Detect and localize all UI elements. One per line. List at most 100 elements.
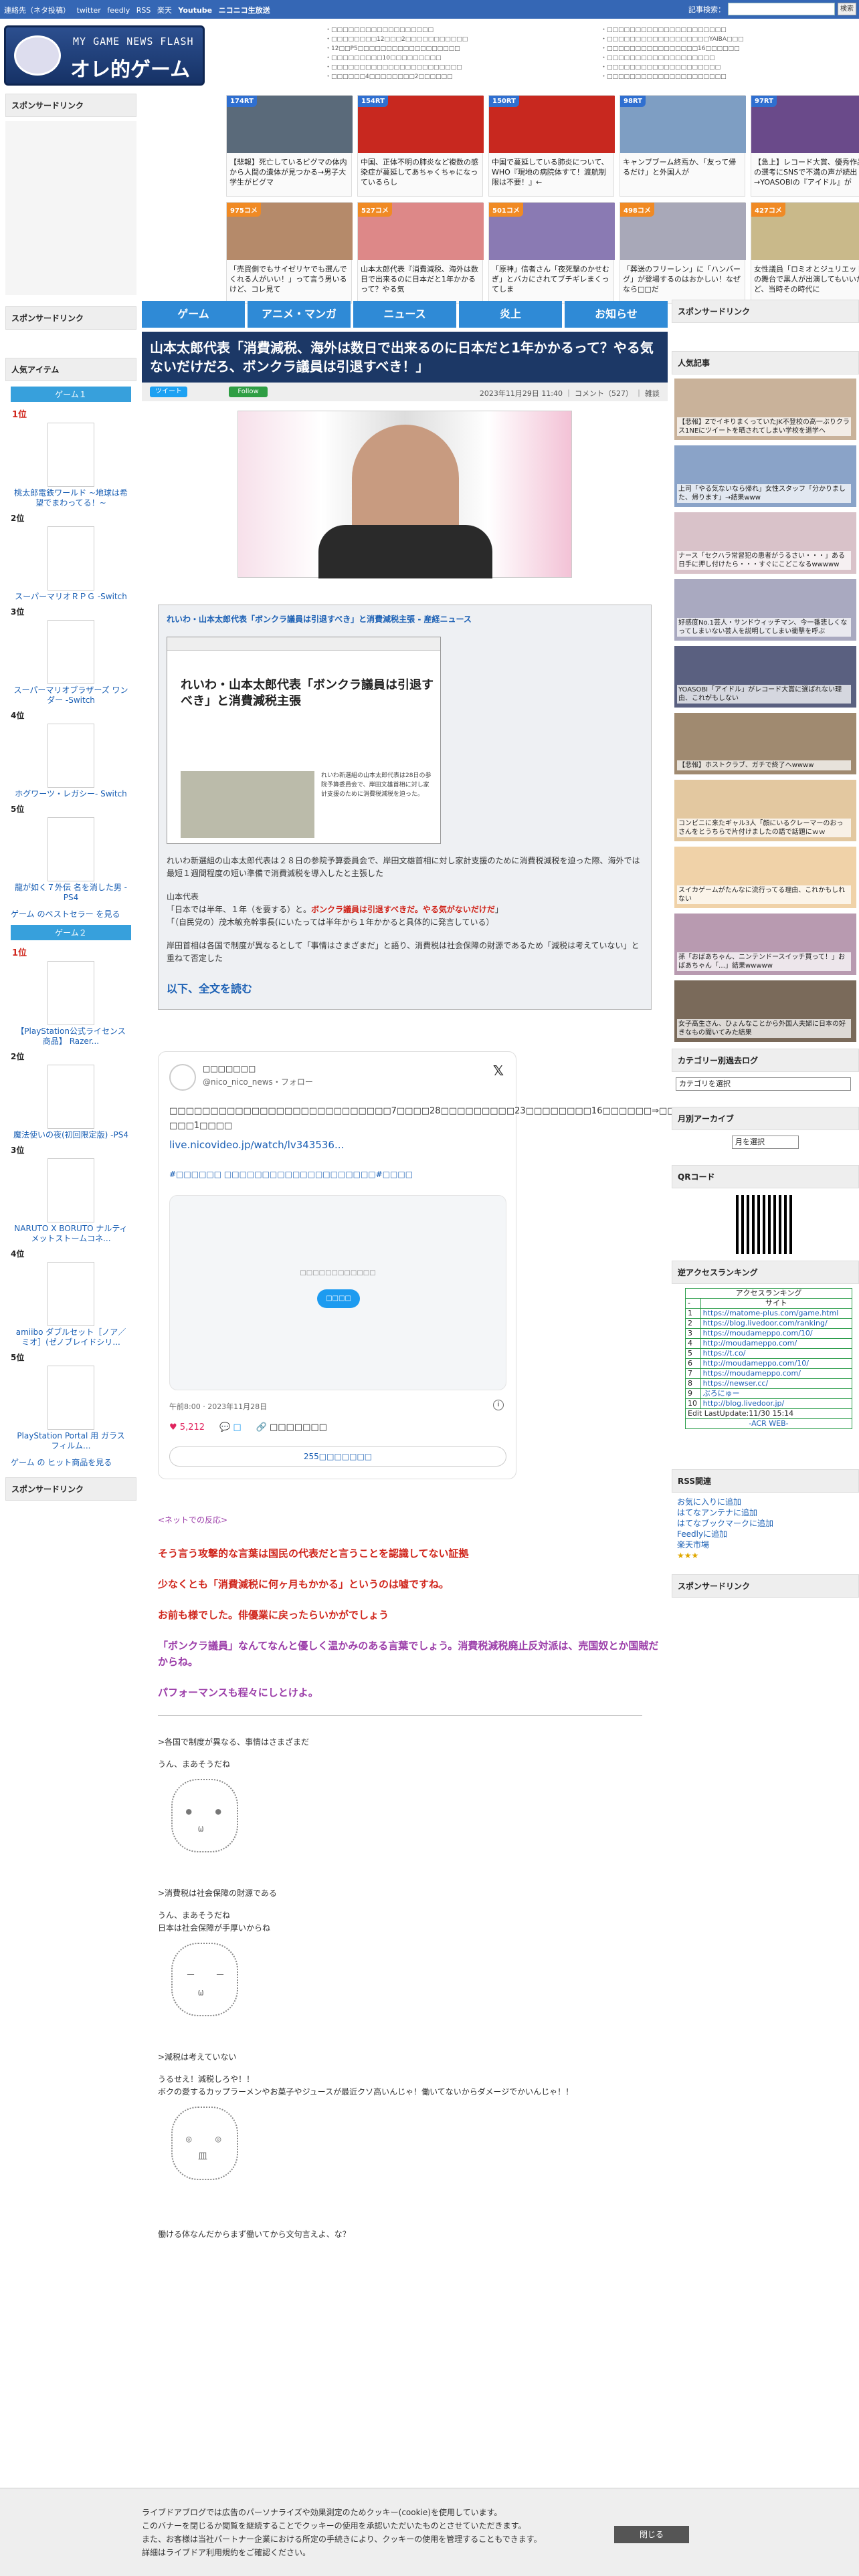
acr-link[interactable]: https://matome-plus.com/game.html: [700, 1308, 853, 1319]
product-name[interactable]: 桃太郎電鉄ワールド ~地球は希望でまわってる！~: [5, 487, 136, 510]
product-name[interactable]: NARUTO X BORUTO ナルティメットストームコネ...: [5, 1222, 136, 1245]
popular-article[interactable]: 好感度No.1芸人・サンドウィッチマン、今一番悲しくなってしまいない芸人を説明し…: [672, 579, 859, 641]
product-name[interactable]: ホグワーツ・レガシー- Switch: [5, 788, 136, 800]
header-link[interactable]: ・□□□□□□□□□□□□□□□□16□□□□□□: [601, 44, 859, 53]
archive-select[interactable]: 月を選択: [732, 1136, 799, 1149]
header-link[interactable]: ・□□□□□□□□□□□□□□□□□□□□□: [601, 72, 859, 82]
popular-article[interactable]: 【悲報】ZでイキりまくっていたJK不登校の高一ぶりクラス1NEにツイートを晒され…: [672, 379, 859, 440]
acr-link[interactable]: http://blog.livedoor.jp/: [700, 1398, 853, 1409]
product-name[interactable]: PlayStation Portal 用 ガラスフィルム...: [5, 1430, 136, 1453]
hit-products-link[interactable]: ゲーム の ヒット商品を見る: [11, 1457, 131, 1468]
popular-article[interactable]: 孫「おばあちゃん、ニンテンドースイッチ買って！」おばあちゃん「…」結果wwwww: [672, 914, 859, 975]
popular-article[interactable]: YOASOBI「アイドル」がレコード大賞に選ばれない理由、これがもしない: [672, 646, 859, 708]
x-logo-icon[interactable]: 𝕏: [493, 1063, 504, 1079]
card-button[interactable]: □□□□: [317, 1289, 360, 1308]
popular-article[interactable]: ナース「セクハラ常習犯の患者がうるさい・・・」ある日手に押し付けたら・・・すぐに…: [672, 512, 859, 574]
tweet-time[interactable]: 午前8:00 · 2023年11月28日: [169, 1401, 267, 1412]
popular-article[interactable]: 上司「やる気ないなら帰れ」女性スタッフ「分かりました、帰ります」→結果www: [672, 445, 859, 507]
tweet-link[interactable]: live.nicovideo.jp/watch/lv343536...: [169, 1139, 344, 1151]
follow-button[interactable]: Follow: [229, 387, 268, 397]
thumb-card[interactable]: 150RT 中国で蔓延している肺炎について、WHO『現地の病院体すて！渡航制限は不…: [488, 95, 615, 197]
bestseller-link[interactable]: ゲーム のベストセラー を見る: [11, 908, 131, 920]
like-button[interactable]: ♥ 5,212: [169, 1422, 205, 1432]
header-link[interactable]: ・□□□□□□□□□□□□□□□□□□: [325, 25, 586, 35]
nav-tab-anime[interactable]: アニメ・マンガ: [248, 301, 351, 328]
header-link[interactable]: ・□□□□□□□□□10□□□□□□□□□: [325, 53, 586, 63]
ranking-item[interactable]: 2位 魔法使いの夜(初回限定版) -PS4: [5, 1051, 136, 1142]
acr-link[interactable]: http://moudameppo.com/: [700, 1338, 853, 1349]
search-input[interactable]: [728, 3, 835, 15]
product-image[interactable]: [47, 423, 94, 487]
top-link[interactable]: RSS: [136, 6, 151, 15]
source-link[interactable]: れいわ・山本太郎代表「ボンクラ議員は引退すべき」と消費減税主張 - 産経ニュース: [167, 613, 643, 625]
ranking-item[interactable]: 5位 龍が如く７外伝 名を消した男 - PS4: [5, 803, 136, 904]
tweet-hashtags[interactable]: #□□□□□□ □□□□□□□□□□□□□□□□□□□□#□□□□: [169, 1170, 413, 1179]
thumb-card[interactable]: 427コメ女性議員「ロミオとジュリエット」の舞台で黒人が出演してもいいだけど、当…: [751, 202, 859, 304]
ranking-item[interactable]: 3位 スーパーマリオブラザーズ ワンダー -Switch: [5, 606, 136, 707]
header-link[interactable]: ・□□□□□□□□12□□□2□□□□□□□□□□□: [325, 35, 586, 44]
rss-link[interactable]: はてなブックマークに追加: [677, 1518, 859, 1529]
header-link[interactable]: ・12□□P5□□□□□□□□□□□□□□□□□□: [325, 44, 586, 53]
thumb-card[interactable]: 501コメ 「原神」信者さん「夜死撃のかせむぎ」とバカにされてブチギレまくってしま: [488, 202, 615, 304]
top-link[interactable]: 連絡先（ネタ投稿）: [4, 6, 70, 15]
info-icon[interactable]: i: [493, 1400, 504, 1410]
ranking-item[interactable]: 3位 NARUTO X BORUTO ナルティメットストームコネ...: [5, 1144, 136, 1245]
header-link[interactable]: ・□□□□□□□□□□□□□□□□□□□: [601, 53, 859, 63]
product-image[interactable]: [47, 620, 94, 684]
copy-link-button[interactable]: 🔗 □□□□□□□: [256, 1422, 327, 1432]
rss-link[interactable]: はてなアンテナに追加: [677, 1507, 859, 1518]
thumb-card[interactable]: 97RT 【急上】レコード大賞、優秀作品賞の選考にSNSで不満の声が続出→YOAS…: [751, 95, 859, 197]
top-link[interactable]: twitter: [77, 6, 101, 15]
acr-link[interactable]: https://newser.cc/: [700, 1378, 853, 1389]
acr-link[interactable]: http://moudameppo.com/10/: [700, 1358, 853, 1369]
product-image[interactable]: [47, 1065, 94, 1129]
product-image[interactable]: [47, 1158, 94, 1222]
popular-article[interactable]: 【悲報】ホストクラブ、ガチで終了へwwww: [672, 713, 859, 774]
popular-article[interactable]: 女子高生さん、ひょんなことから外国人夫婦に日本の好きなもの聞いてみた結果: [672, 980, 859, 1042]
thumb-card[interactable]: 98RT キャンプブーム終焉か、「友って帰るだけ」と外国人が: [619, 95, 746, 197]
nav-tab-news[interactable]: ニュース: [353, 301, 456, 328]
rss-link[interactable]: 楽天市場: [677, 1539, 859, 1550]
read-full-link[interactable]: 以下、全文を読む: [167, 980, 643, 996]
thumb-card[interactable]: 527コメ 山本太郎代表『消費減税、海外は数日で出来るのに日本だと1年かかるって？…: [357, 202, 484, 304]
site-logo[interactable]: MY GAME NEWS FLASH オレ的ゲーム速報@JIN: [4, 25, 205, 111]
reply-button[interactable]: 💬 □: [219, 1422, 242, 1432]
acr-link[interactable]: ぶろにゅー: [700, 1388, 853, 1399]
thumb-card[interactable]: 174RT 【悲報】死亡しているビグマの体内から人間の遺体が見つかる→男子大学生が…: [226, 95, 353, 197]
nav-tab-game[interactable]: ゲーム: [142, 301, 245, 328]
product-image[interactable]: [47, 724, 94, 788]
popular-article[interactable]: スイカゲームがたんなに流行ってる理由、これかもしれない: [672, 847, 859, 908]
product-name[interactable]: 魔法使いの夜(初回限定版) -PS4: [5, 1129, 136, 1142]
product-image[interactable]: [47, 1262, 94, 1326]
acr-footer[interactable]: -ACR WEB-: [685, 1418, 852, 1429]
tweet-avatar[interactable]: [169, 1064, 196, 1091]
nav-tab-flame[interactable]: 炎上: [459, 301, 562, 328]
header-link[interactable]: ・□□□□□□□□□□□□□□□□□□□□□: [601, 25, 859, 35]
ranking-item[interactable]: 2位 スーパーマリオＲＰＧ -Switch: [5, 512, 136, 603]
header-link[interactable]: ・□□□□□□□□□□□□□□□□□□□□: [601, 63, 859, 72]
article-title[interactable]: 山本太郎代表「消費減税、海外は数日で出来るのに日本だと1年かかるって？やる気ない…: [142, 332, 668, 383]
ranking-item[interactable]: 1位 桃太郎電鉄ワールド ~地球は希望でまわってる！~: [5, 407, 136, 510]
popular-article[interactable]: コンビニに来たギャル3人「顔にいるクレーマーのおっさんをとうちらで片付けましたの…: [672, 780, 859, 841]
ranking-item[interactable]: 1位 【PlayStation公式ライセンス商品】 Razer...: [5, 946, 136, 1048]
product-image[interactable]: [47, 1366, 94, 1430]
acr-link[interactable]: https://moudameppo.com/: [700, 1368, 853, 1379]
product-image[interactable]: [47, 526, 94, 591]
read-replies-button[interactable]: 255□□□□□□□: [169, 1446, 506, 1467]
top-link[interactable]: feedly: [107, 6, 130, 15]
thumb-card[interactable]: 498コメ 「葬送のフリーレン」に「ハンバーグ」が登場するのはおかしい！なぜなら□…: [619, 202, 746, 304]
ranking-item[interactable]: 4位 ホグワーツ・レガシー- Switch: [5, 710, 136, 800]
top-link[interactable]: ニコニコ生放送: [219, 6, 270, 15]
top-link[interactable]: 楽天: [157, 6, 172, 15]
ranking-item[interactable]: 4位 amiibo ダブルセット［ノア／ミオ］(ゼノブレイドシリ...: [5, 1248, 136, 1349]
nav-tab-notice[interactable]: お知らせ: [565, 301, 668, 328]
rss-link[interactable]: お気に入りに追加: [677, 1497, 859, 1507]
product-name[interactable]: 【PlayStation公式ライセンス商品】 Razer...: [5, 1025, 136, 1048]
header-link[interactable]: ・□□□□□□4□□□□□□□□2□□□□□□: [325, 72, 586, 82]
rss-link[interactable]: Feedlyに追加: [677, 1529, 859, 1539]
product-name[interactable]: スーパーマリオブラザーズ ワンダー -Switch: [5, 684, 136, 707]
product-name[interactable]: 龍が如く７外伝 名を消した男 - PS4: [5, 881, 136, 904]
product-image[interactable]: [47, 961, 94, 1025]
ranking-item[interactable]: 5位 PlayStation Portal 用 ガラスフィルム...: [5, 1352, 136, 1453]
tweet-name[interactable]: □□□□□□□: [203, 1064, 256, 1073]
